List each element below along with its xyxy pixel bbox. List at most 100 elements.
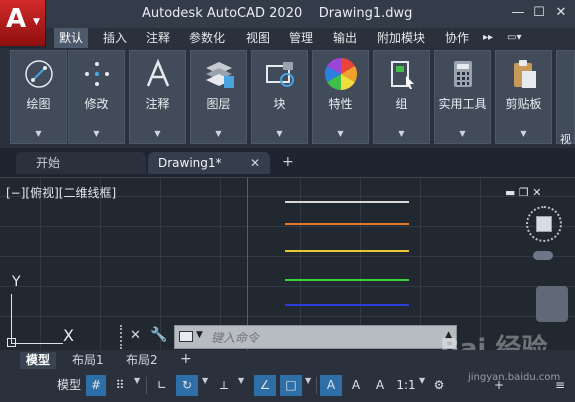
object-snap-icon[interactable]: □ [280,375,302,396]
tab-output[interactable]: 输出 [328,28,362,48]
grid-line [100,178,101,351]
chevron-down-icon[interactable]: ▼ [419,376,425,385]
grid-icon[interactable]: # [86,375,106,396]
chevron-down-icon: ▼ [276,129,283,138]
autoscale-icon[interactable]: A [346,375,366,396]
tab-drawing1[interactable]: Drawing1* ✕ [148,152,270,174]
isodraft-icon[interactable]: ⟂ [214,375,234,396]
chevron-down-icon: ▼ [33,17,40,27]
viewcube-face-icon[interactable] [536,216,552,232]
tab-collaborate[interactable]: 协作 [440,28,474,48]
chevron-down-icon: ▼ [215,129,222,138]
annotation-scale-icon[interactable]: A [370,375,390,396]
drawn-line-green[interactable] [285,279,409,281]
application-menu-button[interactable]: A ▼ [0,0,46,46]
object-snap-tracking-icon[interactable]: ∠ [254,375,276,396]
clipboard-icon [496,55,551,93]
chevron-down-icon[interactable]: ▼ [196,330,203,340]
wrench-icon[interactable]: 🔧 [150,327,167,343]
title-bar: Autodesk AutoCAD 2020 Drawing1.dwg — ☐ ✕ [0,0,575,28]
tab-start-label: 开始 [36,156,61,170]
viewcube[interactable] [526,206,562,242]
panel-toggle-icon[interactable]: ▭▾ [502,28,526,48]
panel-draw-label: 绘图 [26,97,51,111]
snap-icon[interactable]: ⠿ [110,375,130,396]
tab-start[interactable]: 开始 [16,152,146,174]
tab-home[interactable]: 默认 [54,28,89,48]
chevron-down-icon[interactable]: ▼ [238,376,244,385]
block-icon [252,55,307,93]
grid-line [0,316,575,317]
close-icon[interactable]: ✕ [130,328,141,343]
grid-line [0,256,575,257]
panel-clipboard[interactable]: 剪贴板 ▼ [495,50,552,144]
tab-layout1[interactable]: 布局1 [66,352,110,369]
gear-icon[interactable]: ⚙ [430,375,448,396]
annotation-visibility-icon[interactable]: A [320,375,342,396]
chevron-down-icon: ▼ [459,129,466,138]
chevron-down-icon[interactable]: ▼ [305,376,311,385]
color-wheel-icon [313,55,368,93]
panel-view-partial[interactable]: 视 [556,50,575,146]
viewport-label[interactable]: [−][俯视][二维线框] [6,184,116,201]
panel-groups[interactable]: 组 ▼ [373,50,430,144]
tab-insert[interactable]: 插入 [98,28,132,48]
tab-layout2[interactable]: 布局2 [120,352,164,369]
grid-line [40,178,41,351]
drawn-line-blue[interactable] [285,304,409,306]
model-space-button[interactable]: 模型 [54,375,84,396]
panel-layers[interactable]: 图层 ▼ [190,50,247,144]
panel-modify[interactable]: 修改 ▼ [68,50,125,144]
panel-groups-label: 组 [395,97,408,111]
panel-view-label: 视 [560,133,571,146]
drawn-line-white[interactable] [285,201,409,203]
watermark-url: jingyan.baidu.com [468,372,561,383]
panel-annotation-label: 注释 [145,97,170,111]
panel-draw[interactable]: 绘图 ▼ [10,50,67,144]
panel-block[interactable]: 块 ▼ [251,50,308,144]
panel-block-label: 块 [273,97,286,111]
tab-addins[interactable]: 附加模块 [372,28,430,48]
chevron-down-icon: ▼ [520,129,527,138]
chevron-down-icon[interactable]: ▼ [202,376,208,385]
panel-annotation[interactable]: 注释 ▼ [129,50,186,144]
panel-modify-label: 修改 [84,97,109,111]
new-layout-button[interactable]: + [180,351,192,367]
navigation-bar[interactable] [536,286,568,322]
wcs-menu-button[interactable] [533,251,553,260]
group-icon [374,55,429,93]
ribbon-panel: 绘图 ▼ 修改 ▼ 注释 ▼ 图层 ▼ 块 ▼ 特性 ▼ 组 ▼ 实用工具 ▼ … [0,48,575,148]
viewport-controls[interactable]: ▬ ❐ ✕ [505,186,541,199]
panel-properties[interactable]: 特性 ▼ [312,50,369,144]
panel-utilities-label: 实用工具 [438,97,487,111]
grid-line [480,178,481,351]
chevron-down-icon: ▼ [398,129,405,138]
panel-clipboard-label: 剪贴板 [505,97,542,111]
tab-manage[interactable]: 管理 [284,28,318,48]
restore-button[interactable]: ☐ [530,4,548,22]
tab-parametric[interactable]: 参数化 [184,28,230,48]
file-tab-bar: 开始 Drawing1* ✕ + [0,148,575,176]
command-input[interactable] [211,329,441,346]
calculator-icon [435,55,490,93]
close-tab-icon[interactable]: ✕ [250,152,260,174]
ucs-x-axis [11,343,63,344]
ortho-icon[interactable]: ∟ [152,375,172,396]
polar-tracking-icon[interactable]: ↻ [176,375,198,396]
close-button[interactable]: ✕ [552,4,570,22]
command-prompt-icon[interactable] [179,331,193,342]
more-tabs-icon[interactable]: ▸▸ [478,28,498,48]
drag-handle[interactable] [120,325,128,349]
new-tab-button[interactable]: + [282,154,294,170]
window-title: Autodesk AutoCAD 2020 Drawing1.dwg [142,6,412,21]
tab-view[interactable]: 视图 [241,28,275,48]
minimize-button[interactable]: — [509,4,527,22]
drawn-line-orange[interactable] [285,223,409,225]
tab-annotate[interactable]: 注释 [141,28,175,48]
chevron-down-icon[interactable]: ▼ [134,376,140,385]
annotation-scale-value[interactable]: 1:1 [394,375,418,396]
drawn-line-yellow[interactable] [285,250,409,252]
panel-utilities[interactable]: 实用工具 ▼ [434,50,491,144]
tab-model[interactable]: 模型 [20,352,57,369]
tab-drawing1-label: Drawing1* [158,156,222,170]
